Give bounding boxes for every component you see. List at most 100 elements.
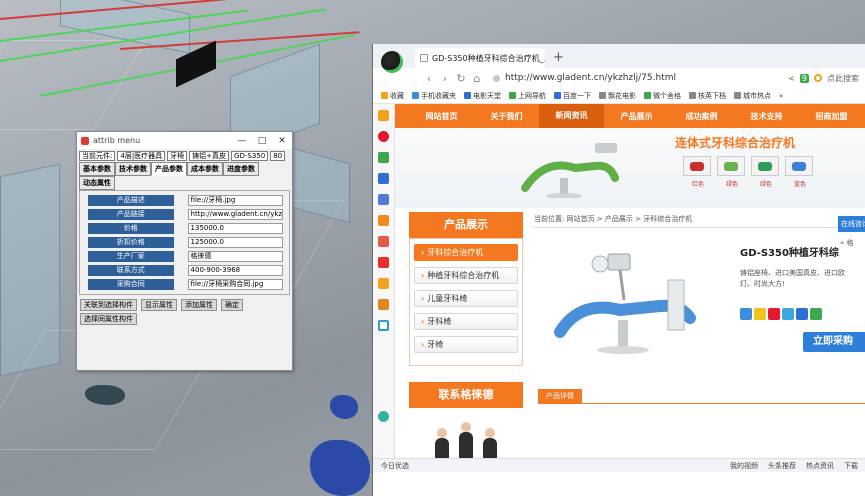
path-cell: 铸铝+真皮 (189, 151, 230, 161)
bookmark-item[interactable]: 收藏 (381, 91, 404, 101)
bookmark-item[interactable]: 飘花电影 (599, 91, 636, 101)
consult-collapse[interactable]: « 格 (840, 238, 865, 248)
app-icon[interactable] (378, 236, 389, 247)
back-icon[interactable]: ‹ (421, 72, 437, 85)
maximize-button[interactable]: □ (252, 136, 272, 146)
extension-badge-icon[interactable]: 9 (799, 73, 809, 83)
globe-icon[interactable] (378, 411, 389, 422)
user-avatar[interactable] (381, 51, 403, 73)
attribute-tabs: 基本参数 技术参数 产品参数 成本参数 进度参数 动态属性 (79, 162, 279, 190)
site-nav-item[interactable]: 产品展示 (604, 111, 669, 122)
phone-icon (412, 92, 419, 99)
game2-icon[interactable] (378, 278, 389, 289)
p-icon[interactable] (378, 320, 389, 331)
product-detail-tab[interactable]: 产品详情 (538, 389, 582, 404)
attribute-label: 产品链接 (88, 209, 174, 220)
add-attribute-button[interactable]: 添加属性 (181, 299, 217, 311)
site-nav-item[interactable]: 网站首页 (409, 111, 474, 122)
attribute-value-field[interactable]: file://牙椅.jpg (187, 195, 283, 206)
bookmark-item[interactable]: 微个舍格 (644, 91, 681, 101)
tab-product-params[interactable]: 产品参数 (151, 162, 187, 176)
tab-cost-params[interactable]: 成本参数 (187, 162, 223, 176)
online-consult-button[interactable]: 在线咨询 (838, 216, 865, 232)
category-item[interactable]: › 牙椅 (414, 336, 518, 353)
tab-progress-params[interactable]: 进度参数 (223, 162, 259, 176)
bookmark-label: 收藏 (390, 91, 404, 100)
share-wechat-icon[interactable] (810, 308, 822, 320)
game-icon[interactable] (378, 215, 389, 226)
new-tab-button[interactable]: + (553, 50, 564, 65)
bookmark-item[interactable]: 手机收藏夹 (412, 91, 456, 101)
status-headline-link[interactable]: 头条推荐 (768, 461, 796, 471)
status-hot-news-link[interactable]: 热点资讯 (806, 461, 834, 471)
attribute-value-field[interactable]: 400-900-3968 (187, 265, 283, 276)
share-icon[interactable]: < (788, 74, 795, 83)
attribute-label: 联系方式 (88, 265, 174, 276)
link-to-selected-button[interactable]: 关联到选择构件 (80, 299, 137, 311)
status-video-link[interactable]: 我的视频 (730, 461, 758, 471)
status-download-link[interactable]: 下载 (844, 461, 865, 471)
doc-icon[interactable] (378, 194, 389, 205)
browser-window: GD-S350种植牙科综合治疗机_牙 ✕ + ‹ › ↻ ⌂ http://ww… (372, 44, 865, 496)
share-qzone-icon[interactable] (754, 308, 766, 320)
swatch-label: 蓝色 (793, 181, 806, 188)
category-item[interactable]: › 儿童牙科椅 (414, 290, 518, 307)
site-nav-item[interactable]: 技术支持 (734, 111, 799, 122)
share-plus-icon[interactable] (740, 308, 752, 320)
bookmark-item[interactable]: 百度一下 (554, 91, 591, 101)
bookmark-item[interactable]: 电影天堂 (464, 91, 501, 101)
share-qq-icon[interactable] (782, 308, 794, 320)
search-box[interactable]: 点此搜索 (827, 73, 859, 84)
tab-basic-params[interactable]: 基本参数 (79, 162, 115, 176)
share-renren-icon[interactable] (796, 308, 808, 320)
close-button[interactable]: ✕ (272, 136, 292, 146)
browser-tab[interactable]: GD-S350种植牙科综合治疗机_牙 ✕ (415, 48, 545, 68)
bookmark-item[interactable]: 核英下档 (689, 91, 726, 101)
page-favicon-icon (420, 54, 428, 62)
game3-icon[interactable] (378, 299, 389, 310)
bookmark-item[interactable]: 上网导航 (509, 91, 546, 101)
attribute-value-field[interactable]: 135000.0 (187, 223, 283, 234)
show-attributes-button[interactable]: 显示属性 (141, 299, 177, 311)
banner[interactable]: 连体式牙科综合治疗机 红色 绿色 绿色 蓝色 (395, 128, 865, 208)
left-column: 产品展示 › 牙科综合治疗机 › 种植牙科综合治疗机 › 儿童牙科椅 › 牙科椅 › 牙椅… (409, 212, 523, 458)
product-image[interactable] (540, 240, 715, 360)
buy-now-button[interactable]: 立即采购 (803, 332, 865, 352)
confirm-button[interactable]: 确定 (221, 299, 243, 311)
site-nav-item[interactable]: 成功案例 (669, 111, 734, 122)
share-weibo-icon[interactable] (768, 308, 780, 320)
home-icon[interactable]: ⌂ (469, 72, 485, 85)
site-nav-item[interactable]: 招商加盟 (799, 111, 864, 122)
daily-picks-link[interactable]: 今日优选 (381, 461, 409, 471)
tab-dynamic-attrs[interactable]: 动态属性 (79, 176, 115, 190)
favorites-star-icon[interactable] (378, 110, 389, 121)
forward-icon[interactable]: › (437, 72, 453, 85)
attribute-value-field[interactable]: file://牙椅采购合同.jpg (187, 279, 283, 290)
bookmark-item[interactable]: 城市热点 (734, 91, 771, 101)
site-nav-item[interactable]: 新闻资讯 (539, 104, 604, 128)
select-same-attr-button[interactable]: 选择同属性构件 (80, 313, 137, 325)
site-nav-item[interactable]: 关于我们 (474, 111, 539, 122)
tab-strip: GD-S350种植牙科综合治疗机_牙 ✕ + (373, 44, 865, 68)
news-icon[interactable] (378, 173, 389, 184)
site-info-icon[interactable] (493, 74, 500, 82)
staff-photo (409, 408, 523, 458)
search-engine-icon[interactable] (814, 74, 822, 82)
attribute-value-field[interactable]: 格徕德 (187, 251, 283, 262)
shop-icon[interactable] (378, 257, 389, 268)
reload-icon[interactable]: ↻ (453, 72, 469, 85)
minimize-button[interactable]: — (232, 136, 252, 146)
url-field[interactable]: http://www.gladent.cn/ykzhzlj/75.html (493, 73, 676, 83)
attribute-value-field[interactable]: http://www.gladent.cn/ykzhz (187, 209, 283, 220)
bookmark-label: 手机收藏夹 (421, 91, 456, 100)
category-item[interactable]: › 牙科综合治疗机 (414, 244, 518, 261)
bookmarks-bar: 收藏 手机收藏夹 电影天堂 上网导航 百度一下 飘花电影 微个舍格 核英下档 城… (373, 88, 865, 104)
tab-tech-params[interactable]: 技术参数 (115, 162, 151, 176)
category-item[interactable]: › 种植牙科综合治疗机 (414, 267, 518, 284)
weibo-icon[interactable] (378, 131, 389, 142)
bookmarks-overflow-icon[interactable]: » (779, 92, 783, 100)
attrib-titlebar[interactable]: attrib menu — □ ✕ (77, 132, 292, 149)
category-item[interactable]: › 牙科椅 (414, 313, 518, 330)
attribute-value-field[interactable]: 125000.0 (187, 237, 283, 248)
mail-icon[interactable] (378, 152, 389, 163)
